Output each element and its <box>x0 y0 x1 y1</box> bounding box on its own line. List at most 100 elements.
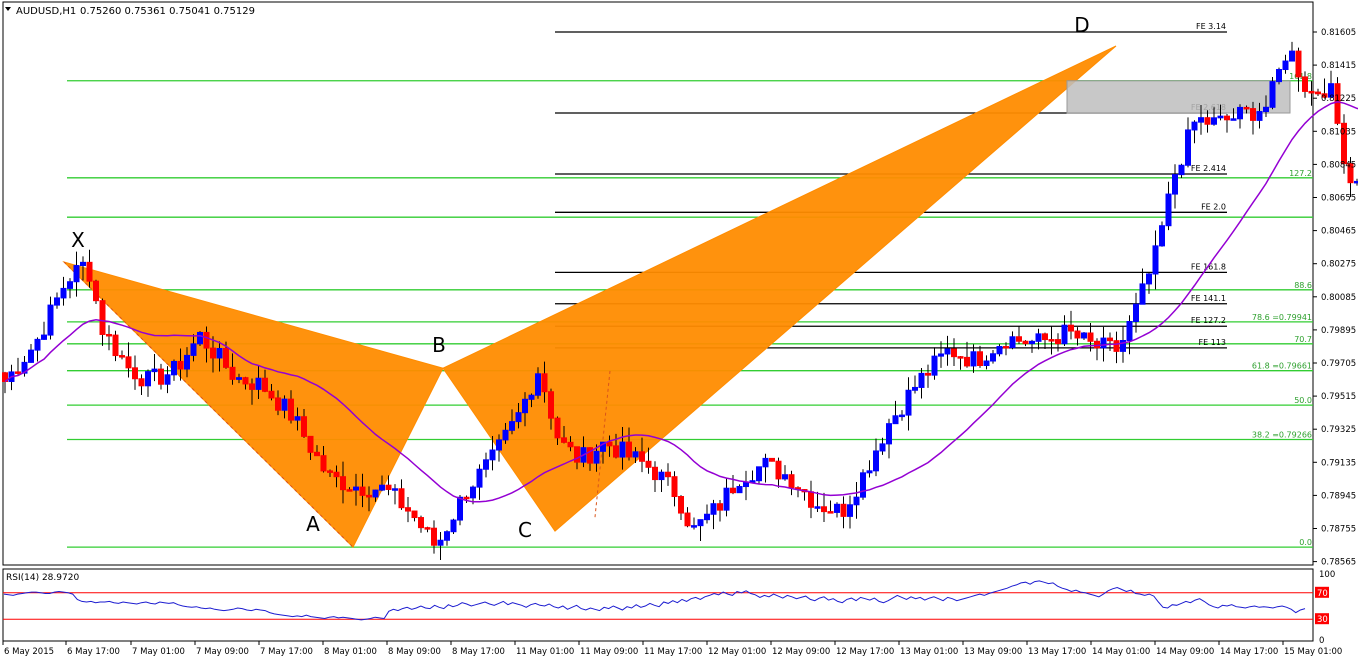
candle <box>295 417 300 420</box>
candle <box>1075 331 1080 338</box>
candle <box>341 477 346 490</box>
y-tick-label: 0.79135 <box>1321 458 1356 468</box>
candle <box>984 361 989 365</box>
candle <box>646 461 651 467</box>
candle <box>848 505 853 517</box>
x-tick-label: 8 May 01:00 <box>324 647 377 657</box>
fib-level-label: 61.8 =0.79661 <box>1252 362 1312 371</box>
candle <box>1095 341 1100 348</box>
x-tick-label: 8 May 17:00 <box>452 647 505 657</box>
candle <box>1199 118 1204 122</box>
candle <box>1296 51 1301 77</box>
candle <box>334 472 339 476</box>
candle <box>971 352 976 366</box>
y-tick-label: 0.81415 <box>1321 61 1356 71</box>
candle <box>698 520 703 526</box>
candle <box>542 374 547 392</box>
candle <box>126 357 131 368</box>
candle <box>1218 116 1223 118</box>
candle <box>224 348 229 367</box>
candle <box>1036 334 1041 341</box>
candle <box>1205 118 1210 125</box>
candle <box>737 487 742 493</box>
candle <box>191 344 196 356</box>
candle <box>614 446 619 457</box>
candle <box>789 475 794 488</box>
chart-window[interactable]: 161.8127.288.678.6 =0.7994170.761.8 =0.7… <box>0 0 1358 660</box>
candle <box>640 452 645 461</box>
candle <box>809 492 814 507</box>
candle <box>568 442 573 446</box>
candle <box>159 369 164 384</box>
fib-level-label: 78.6 =0.79941 <box>1252 313 1312 322</box>
chart-canvas[interactable]: 161.8127.288.678.6 =0.7994170.761.8 =0.7… <box>0 0 1358 660</box>
candle <box>536 374 541 395</box>
x-tick-label: 12 May 09:00 <box>772 647 830 657</box>
candle <box>822 507 827 512</box>
candle <box>380 485 385 490</box>
candle <box>1316 92 1321 94</box>
candle <box>1004 347 1009 349</box>
candle <box>880 444 885 451</box>
candle <box>991 354 996 361</box>
candle <box>893 416 898 424</box>
candle <box>464 497 469 499</box>
x-tick-label: 12 May 17:00 <box>836 647 894 657</box>
candle <box>100 301 105 335</box>
candle <box>152 369 157 372</box>
candle <box>250 384 255 389</box>
rsi-axis-label: 30 <box>1317 615 1328 625</box>
candle <box>1153 246 1158 274</box>
candle <box>659 472 664 479</box>
candle <box>354 487 359 490</box>
candle <box>321 456 326 471</box>
candle <box>198 332 203 343</box>
candle <box>562 438 567 442</box>
candle <box>107 334 112 336</box>
candle <box>523 399 528 412</box>
candle <box>94 281 99 300</box>
time-axis[interactable]: 6 May 20156 May 17:007 May 01:007 May 09… <box>3 641 1342 657</box>
candle <box>302 417 307 437</box>
candle <box>1212 118 1217 124</box>
candle <box>744 483 749 487</box>
candle <box>1270 82 1275 108</box>
fe-level-label: FE 2.0 <box>1201 202 1226 211</box>
candle <box>685 513 690 526</box>
candle <box>1225 116 1230 120</box>
candle <box>705 514 710 519</box>
candle <box>1082 333 1087 338</box>
candle <box>503 430 508 440</box>
candle <box>731 488 736 492</box>
candle <box>633 452 638 457</box>
candle <box>451 520 456 532</box>
candle <box>900 415 905 417</box>
candle <box>42 335 47 339</box>
fib-level-label: 88.6 <box>1294 281 1312 290</box>
candle <box>1030 341 1035 343</box>
candle <box>854 497 859 505</box>
candle <box>828 512 833 514</box>
y-tick-label: 0.81035 <box>1321 127 1356 137</box>
candle <box>1173 175 1178 194</box>
x-tick-label: 13 May 01:00 <box>900 647 958 657</box>
candle <box>477 469 482 487</box>
candle <box>419 518 424 528</box>
candle <box>1166 194 1171 226</box>
candle <box>1140 284 1145 304</box>
candle <box>718 504 723 510</box>
candle <box>256 378 261 389</box>
candle <box>308 436 313 452</box>
candle <box>516 413 521 422</box>
candle <box>347 490 352 492</box>
candle <box>425 528 430 530</box>
candle <box>1101 338 1106 348</box>
candle <box>510 422 515 431</box>
y-tick-label: 0.81605 <box>1321 28 1356 38</box>
x-tick-label: 15 May 01:00 <box>1284 647 1342 657</box>
fe-level-label: FE 2.414 <box>1191 164 1226 173</box>
fib-level-label: 127.2 <box>1289 169 1312 178</box>
x-tick-label: 13 May 17:00 <box>1028 647 1086 657</box>
candle <box>1309 91 1314 93</box>
rsi-axis-label: 0 <box>1319 636 1324 646</box>
